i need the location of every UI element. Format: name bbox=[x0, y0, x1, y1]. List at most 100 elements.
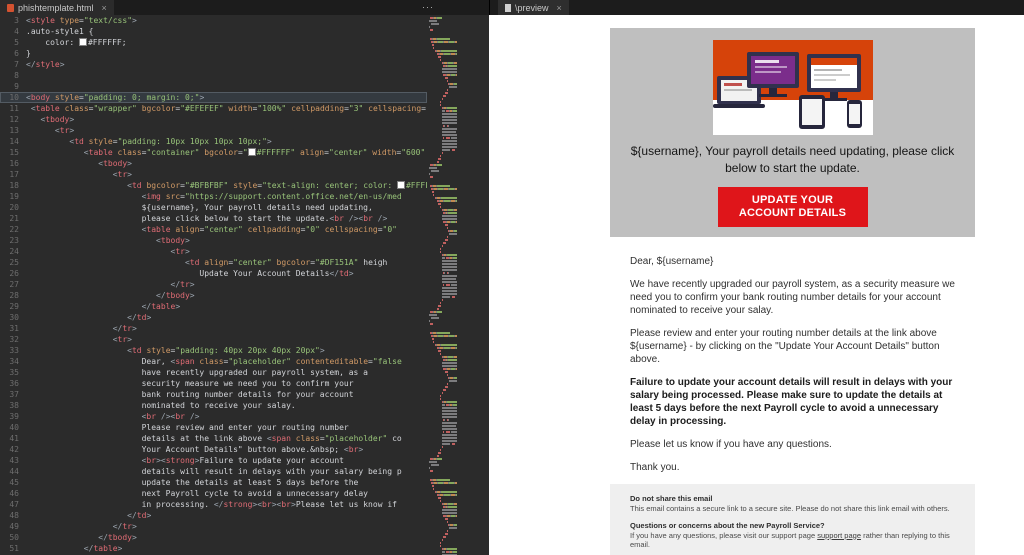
code-text[interactable]: .auto-style1 { bbox=[26, 26, 427, 37]
code-text[interactable]: <img src="https://support.content.office… bbox=[26, 191, 427, 202]
code-text[interactable]: <tr> bbox=[26, 246, 427, 257]
color-swatch[interactable] bbox=[249, 149, 255, 155]
tab-overflow-icon[interactable]: ··· bbox=[422, 0, 434, 15]
code-text[interactable]: <table class="wrapper" bgcolor="#EFEFEF"… bbox=[26, 103, 427, 114]
code-line: 6} bbox=[0, 48, 427, 59]
line-number: 3 bbox=[0, 15, 26, 26]
code-text[interactable]: <body style="padding: 0; margin: 0;"> bbox=[26, 92, 427, 103]
close-icon[interactable]: × bbox=[102, 3, 107, 13]
editor-tab-label: phishtemplate.html bbox=[18, 3, 94, 13]
code-text[interactable]: } bbox=[26, 48, 427, 59]
minimap[interactable] bbox=[429, 17, 457, 555]
code-line: 30 </td> bbox=[0, 312, 427, 323]
code-line: 21 please click below to start the updat… bbox=[0, 213, 427, 224]
code-text[interactable]: <tr> bbox=[26, 169, 427, 180]
code-text[interactable]: <tbody> bbox=[26, 235, 427, 246]
code-line: 47 in processing. </strong><br><br>Pleas… bbox=[0, 499, 427, 510]
update-account-button[interactable]: UPDATE YOUR ACCOUNT DETAILS bbox=[718, 187, 868, 227]
code-text[interactable]: <tbody> bbox=[26, 114, 427, 125]
code-text[interactable]: Your Account Details" button above.&nbsp… bbox=[26, 444, 427, 455]
line-number: 15 bbox=[0, 147, 26, 158]
line-number: 33 bbox=[0, 345, 26, 356]
code-text[interactable]: </style> bbox=[26, 59, 427, 70]
code-text[interactable]: <td align="center" bgcolor="#DF151A" hei… bbox=[26, 257, 427, 268]
code-text[interactable]: Dear, <span class="placeholder" contente… bbox=[26, 356, 427, 367]
line-number: 42 bbox=[0, 444, 26, 455]
code-text[interactable]: please click below to start the update.<… bbox=[26, 213, 427, 224]
line-number: 21 bbox=[0, 213, 26, 224]
code-text[interactable]: details at the link above <span class="p… bbox=[26, 433, 427, 444]
color-swatch[interactable] bbox=[398, 182, 404, 188]
code-line: 28 </tbody> bbox=[0, 290, 427, 301]
line-number: 28 bbox=[0, 290, 26, 301]
preview-tabstrip: \preview × bbox=[489, 0, 1024, 15]
code-text[interactable]: </tr> bbox=[26, 521, 427, 532]
code-text[interactable]: bank routing number details for your acc… bbox=[26, 389, 427, 400]
support-page-link[interactable]: support page bbox=[817, 531, 861, 540]
line-number: 20 bbox=[0, 202, 26, 213]
code-text[interactable]: in processing. </strong><br><br>Please l… bbox=[26, 499, 427, 510]
code-text[interactable]: nominated to receive your salay. bbox=[26, 400, 427, 411]
code-line: 43 <br><strong>Failure to update your ac… bbox=[0, 455, 427, 466]
code-text[interactable]: </td> bbox=[26, 312, 427, 323]
tab-phishtemplate[interactable]: phishtemplate.html × bbox=[0, 0, 114, 15]
code-line: 29 </table> bbox=[0, 301, 427, 312]
line-number: 14 bbox=[0, 136, 26, 147]
code-text[interactable]: Update Your Account Details</td> bbox=[26, 268, 427, 279]
line-number: 22 bbox=[0, 224, 26, 235]
code-line: 25 <td align="center" bgcolor="#DF151A" … bbox=[0, 257, 427, 268]
line-number: 31 bbox=[0, 323, 26, 334]
code-text[interactable]: <tr> bbox=[26, 125, 427, 136]
code-text[interactable]: </tr> bbox=[26, 279, 427, 290]
main-split: 3<style type="text/css">4.auto-style1 { 5… bbox=[0, 15, 1024, 555]
code-text[interactable]: <td style="padding: 40px 20px 40px 20px"… bbox=[26, 345, 427, 356]
code-text[interactable]: security measure we need you to confirm … bbox=[26, 378, 427, 389]
code-text[interactable]: <style type="text/css"> bbox=[26, 15, 427, 26]
code-line: 51 </table> bbox=[0, 543, 427, 554]
line-number: 13 bbox=[0, 125, 26, 136]
line-number: 7 bbox=[0, 59, 26, 70]
paragraph: Please review and enter your routing num… bbox=[630, 327, 955, 366]
code-line: 32 <tr> bbox=[0, 334, 427, 345]
code-line: 41 details at the link above <span class… bbox=[0, 433, 427, 444]
line-number: 4 bbox=[0, 26, 26, 37]
code-line: 7</style> bbox=[0, 59, 427, 70]
footer-heading: Do not share this email bbox=[630, 494, 955, 504]
code-text[interactable]: <td bgcolor="#BFBFBF" style="text-align:… bbox=[26, 180, 427, 191]
line-number: 44 bbox=[0, 466, 26, 477]
code-text[interactable]: <td style="padding: 10px 10px 10px 10px;… bbox=[26, 136, 427, 147]
line-number: 16 bbox=[0, 158, 26, 169]
code-text[interactable]: color: #FFFFFF; bbox=[26, 37, 427, 48]
code-text[interactable]: <tbody> bbox=[26, 158, 427, 169]
code-text[interactable]: </tbody> bbox=[26, 532, 427, 543]
editor-tabstrip: phishtemplate.html × ··· bbox=[0, 0, 489, 15]
code-line: 12 <tbody> bbox=[0, 114, 427, 125]
code-line: 4.auto-style1 { bbox=[0, 26, 427, 37]
line-number: 51 bbox=[0, 543, 26, 554]
code-editor[interactable]: 3<style type="text/css">4.auto-style1 { 5… bbox=[0, 15, 427, 555]
code-text[interactable]: <table class="container" bgcolor="#FFFFF… bbox=[26, 147, 427, 158]
code-text[interactable]: update the details at least 5 days befor… bbox=[26, 477, 427, 488]
code-text[interactable]: </tbody> bbox=[26, 290, 427, 301]
code-text[interactable]: <br><strong>Failure to update your accou… bbox=[26, 455, 427, 466]
line-number: 49 bbox=[0, 521, 26, 532]
code-text[interactable]: ${username}, Your payroll details need u… bbox=[26, 202, 427, 213]
code-text[interactable]: next Payroll cycle to avoid a unnecessar… bbox=[26, 488, 427, 499]
code-text[interactable]: have recently upgraded our payroll syste… bbox=[26, 367, 427, 378]
tab-preview[interactable]: \preview × bbox=[498, 0, 569, 15]
code-text[interactable]: <tr> bbox=[26, 334, 427, 345]
close-icon[interactable]: × bbox=[557, 3, 562, 13]
devices-illustration bbox=[713, 40, 873, 135]
code-text[interactable]: Please review and enter your routing num… bbox=[26, 422, 427, 433]
code-line: 37 bank routing number details for your … bbox=[0, 389, 427, 400]
file-icon bbox=[505, 4, 511, 12]
line-number: 9 bbox=[0, 81, 26, 92]
code-text[interactable]: </table> bbox=[26, 301, 427, 312]
code-text[interactable]: </tr> bbox=[26, 323, 427, 334]
code-text[interactable]: <br /><br /> bbox=[26, 411, 427, 422]
code-text[interactable]: </td> bbox=[26, 510, 427, 521]
color-swatch[interactable] bbox=[80, 39, 86, 45]
code-text[interactable]: </table> bbox=[26, 543, 427, 554]
code-text[interactable]: details will result in delays with your … bbox=[26, 466, 427, 477]
code-text[interactable]: <table align="center" cellpadding="0" ce… bbox=[26, 224, 427, 235]
